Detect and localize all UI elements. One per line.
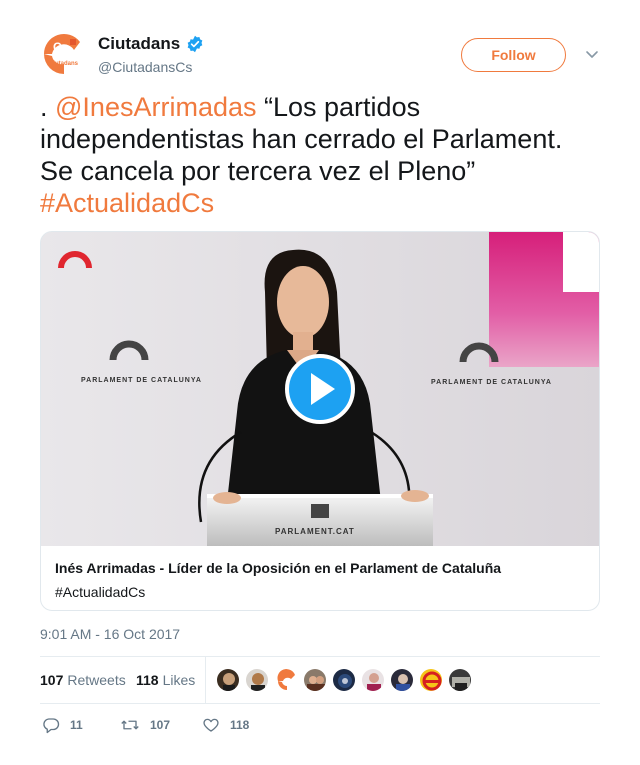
card-text: Inés Arrimadas - Líder de la Oposición e… xyxy=(55,560,585,600)
verified-badge-icon xyxy=(187,35,203,53)
svg-text:Cs: Cs xyxy=(53,40,69,54)
liker-avatar[interactable] xyxy=(332,668,356,692)
likes-count: 118 xyxy=(136,672,159,688)
display-name[interactable]: Ciutadans xyxy=(98,34,180,54)
ciutadans-logo-icon: Cs Ciutadans xyxy=(40,30,88,78)
liker-avatar[interactable] xyxy=(390,668,414,692)
liker-avatar[interactable] xyxy=(274,668,298,692)
likes-label: Likes xyxy=(162,672,196,688)
name-row: Ciutadans xyxy=(98,34,204,54)
video-sign-right: PARLAMENT DE CATALUNYA xyxy=(431,379,552,386)
liker-avatar[interactable] xyxy=(303,668,327,692)
tweet-header: Cs Ciutadans Ciutadans @CiutadansCs Foll… xyxy=(40,30,600,80)
likers-list xyxy=(216,668,472,692)
liker-avatar[interactable] xyxy=(448,668,472,692)
reply-icon xyxy=(43,718,60,734)
heart-icon xyxy=(203,718,219,732)
tweet-prefix: . xyxy=(40,92,56,122)
retweet-button[interactable]: 107 xyxy=(120,716,170,734)
svg-text:Ciutadans: Ciutadans xyxy=(49,61,79,67)
chevron-down-icon[interactable] xyxy=(585,47,599,61)
like-button[interactable]: 118 xyxy=(202,716,249,734)
card-description: #ActualidadCs xyxy=(55,584,146,600)
retweet-icon xyxy=(121,720,139,730)
tweet-stats: 107 Retweets 118 Likes xyxy=(40,656,600,704)
video-thumbnail: PARLAMENT DE CATALUNYA PARLAMENT DE CATA… xyxy=(41,232,599,546)
liker-avatar[interactable] xyxy=(361,668,385,692)
video-sign-left: PARLAMENT DE CATALUNYA xyxy=(81,377,202,384)
like-count: 118 xyxy=(230,718,250,732)
avatar[interactable]: Cs Ciutadans xyxy=(40,30,88,78)
media-card[interactable]: PARLAMENT DE CATALUNYA PARLAMENT DE CATA… xyxy=(40,231,600,611)
liker-avatar[interactable] xyxy=(419,668,443,692)
tweet-timestamp[interactable]: 9:01 AM - 16 Oct 2017 xyxy=(40,626,180,642)
hashtag-link[interactable]: #ActualidadCs xyxy=(40,188,214,218)
tweet-text: . @InesArrimadas “Los partidos independe… xyxy=(40,91,600,219)
follow-button[interactable]: Follow xyxy=(461,38,566,72)
video-player[interactable]: PARLAMENT DE CATALUNYA PARLAMENT DE CATA… xyxy=(41,232,599,546)
tweet-actions: 11 107 118 xyxy=(40,716,600,736)
handle[interactable]: @CiutadansCs xyxy=(98,59,192,75)
likes-stat[interactable]: 118 Likes xyxy=(136,672,195,688)
card-title[interactable]: Inés Arrimadas - Líder de la Oposición e… xyxy=(55,560,585,576)
liker-avatar[interactable] xyxy=(216,668,240,692)
play-button[interactable] xyxy=(285,354,355,424)
liker-avatar[interactable] xyxy=(245,668,269,692)
retweets-count: 107 xyxy=(40,672,64,688)
retweets-label: Retweets xyxy=(67,672,126,688)
reply-count: 11 xyxy=(70,718,83,732)
retweets-stat[interactable]: 107 Retweets xyxy=(40,672,126,688)
mention-link[interactable]: @InesArrimadas xyxy=(55,92,256,122)
video-sign-lectern: PARLAMENT.CAT xyxy=(275,527,355,536)
stats-divider xyxy=(205,657,206,703)
reply-button[interactable]: 11 xyxy=(42,716,83,734)
retweet-count: 107 xyxy=(150,718,171,732)
